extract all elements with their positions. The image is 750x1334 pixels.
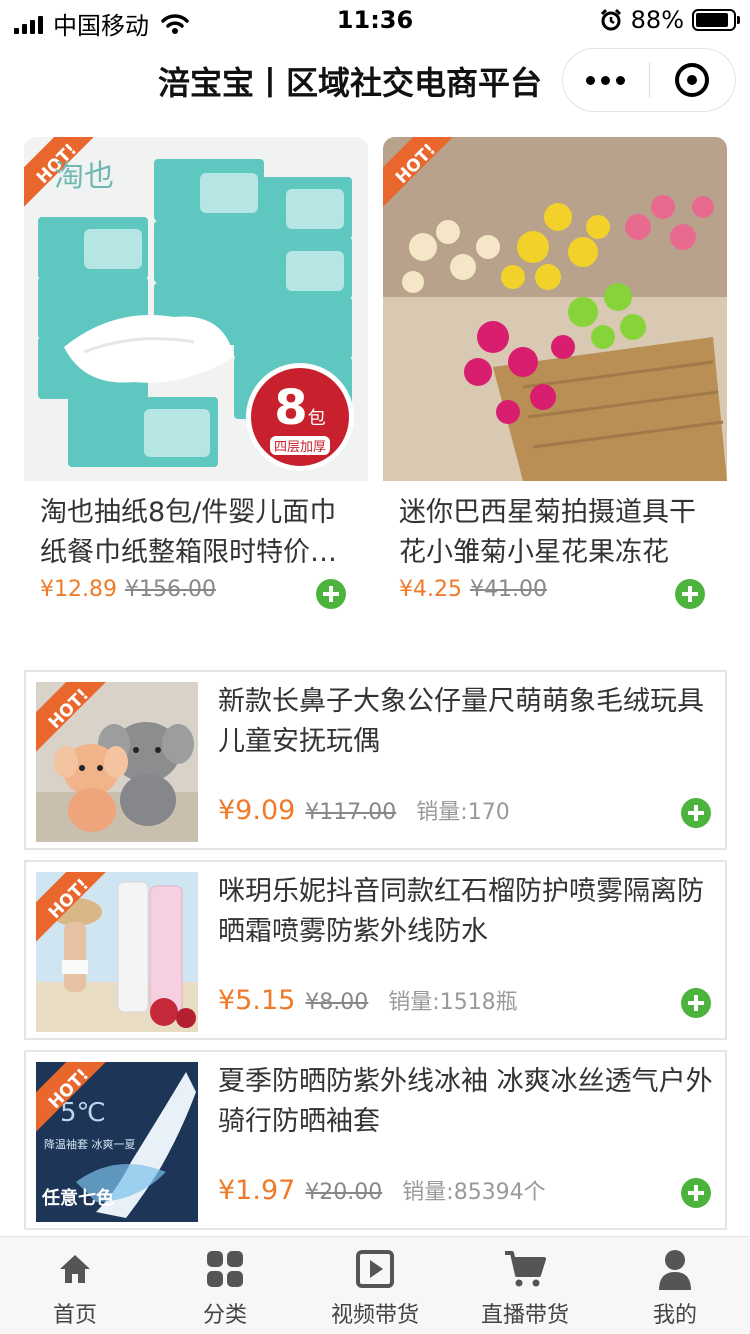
product-title[interactable]: 新款长鼻子大象公仔量尺萌萌象毛绒玩具儿童安抚玩偶 xyxy=(218,682,713,762)
category-grid-icon xyxy=(207,1251,243,1287)
product-price: ¥12.89 xyxy=(40,577,117,602)
sales-count: 销量:85394个 xyxy=(402,1180,546,1205)
alarm-icon xyxy=(600,8,621,31)
add-to-cart-button[interactable] xyxy=(681,798,711,828)
colors-label: 任意七色 xyxy=(42,1188,114,1209)
target-icon xyxy=(675,63,710,97)
mini-program-capsule xyxy=(562,48,736,112)
tab-label: 首页 xyxy=(52,1303,97,1328)
product-title[interactable]: 夏季防晒防紫外线冰袖 冰爽冰丝透气户外骑行防晒袖套 xyxy=(218,1062,713,1142)
product-image[interactable]: 5℃ 降温袖套 冰爽一夏 任意七色 HOT! xyxy=(36,1062,198,1222)
product-image[interactable]: HOT! xyxy=(383,137,727,481)
tab-label: 分类 xyxy=(202,1303,247,1328)
product-card[interactable]: HOT! 淘也 8 包 四层加厚 淘也抽纸8包/件婴儿面巾纸餐巾纸整箱限时特价包… xyxy=(24,137,368,609)
home-icon xyxy=(60,1255,90,1283)
tab-label: 视频带货 xyxy=(330,1303,419,1328)
product-list-item[interactable]: HOT! 咪玥乐妮抖音同款红石榴防护喷雾隔离防晒霜喷雾防紫外线防水 ¥5.15 … xyxy=(24,860,727,1040)
tab-label: 我的 xyxy=(652,1303,697,1328)
tab-profile[interactable]: 我的 xyxy=(600,1237,750,1334)
product-image[interactable]: HOT! 淘也 8 包 四层加厚 xyxy=(24,137,368,481)
tab-home[interactable]: 首页 xyxy=(0,1237,150,1334)
more-menu-button[interactable] xyxy=(563,75,649,85)
product-price: ¥4.25 xyxy=(399,577,462,602)
bottom-tab-bar: 首页 分类 视频带货 直播带货 我的 xyxy=(0,1236,750,1334)
tab-live[interactable]: 直播带货 xyxy=(450,1237,600,1334)
video-play-icon xyxy=(356,1250,394,1288)
hot-badge: HOT! xyxy=(36,872,108,944)
original-price: ¥41.00 xyxy=(469,577,547,602)
user-icon xyxy=(659,1250,691,1290)
page-title: 涪宝宝丨区域社交电商平台 xyxy=(157,64,542,102)
tagline-label: 降温袖套 冰爽一夏 xyxy=(44,1138,136,1151)
tab-label: 直播带货 xyxy=(480,1303,569,1328)
original-price: ¥117.00 xyxy=(305,800,397,825)
original-price: ¥20.00 xyxy=(305,1180,383,1205)
hot-badge: HOT! xyxy=(36,682,108,754)
tab-category[interactable]: 分类 xyxy=(150,1237,300,1334)
hot-badge: HOT! xyxy=(36,1062,108,1134)
pack-seal: 8 包 四层加厚 xyxy=(246,363,354,471)
product-title[interactable]: 淘也抽纸8包/件婴儿面巾纸餐巾纸整箱限时特价包邮 xyxy=(40,493,360,573)
product-title[interactable]: 咪玥乐妮抖音同款红石榴防护喷雾隔离防晒霜喷雾防紫外线防水 xyxy=(218,872,713,952)
product-price: ¥9.09 xyxy=(218,795,296,826)
sales-count: 销量:170 xyxy=(416,800,510,825)
add-to-cart-button[interactable] xyxy=(681,1178,711,1208)
hot-badge: HOT! xyxy=(383,137,455,209)
product-image[interactable]: HOT! xyxy=(36,872,198,1032)
product-list-item[interactable]: 5℃ 降温袖套 冰爽一夏 任意七色 HOT! 夏季防晒防紫外线冰袖 冰爽冰丝透气… xyxy=(24,1050,727,1230)
product-list-item[interactable]: HOT! 新款长鼻子大象公仔量尺萌萌象毛绒玩具儿童安抚玩偶 ¥9.09 ¥117… xyxy=(24,670,727,850)
battery-icon xyxy=(692,9,740,31)
cart-icon xyxy=(505,1251,546,1287)
product-image[interactable]: HOT! xyxy=(36,682,198,842)
nav-bar: 涪宝宝丨区域社交电商平台 xyxy=(0,40,750,124)
brand-watermark: 淘也 xyxy=(54,159,114,194)
product-card[interactable]: HOT! 迷你巴西星菊拍摄道具干花小雏菊小星花果冻花 ¥4.25 ¥41.00 xyxy=(383,137,727,609)
status-bar: 中国移动 11:36 88% xyxy=(0,0,750,40)
original-price: ¥8.00 xyxy=(305,990,369,1015)
add-to-cart-button[interactable] xyxy=(681,988,711,1018)
battery-percent: 88% xyxy=(630,6,684,34)
sales-count: 销量:1518瓶 xyxy=(388,990,518,1015)
close-mini-program-button[interactable] xyxy=(650,63,736,97)
product-title[interactable]: 迷你巴西星菊拍摄道具干花小雏菊小星花果冻花 xyxy=(399,493,719,573)
tab-video[interactable]: 视频带货 xyxy=(300,1237,450,1334)
product-price: ¥1.97 xyxy=(218,1175,296,1206)
add-to-cart-button[interactable] xyxy=(675,579,705,609)
product-price: ¥5.15 xyxy=(218,985,296,1016)
add-to-cart-button[interactable] xyxy=(316,579,346,609)
more-dots-icon xyxy=(586,75,596,85)
original-price: ¥156.00 xyxy=(124,577,216,602)
